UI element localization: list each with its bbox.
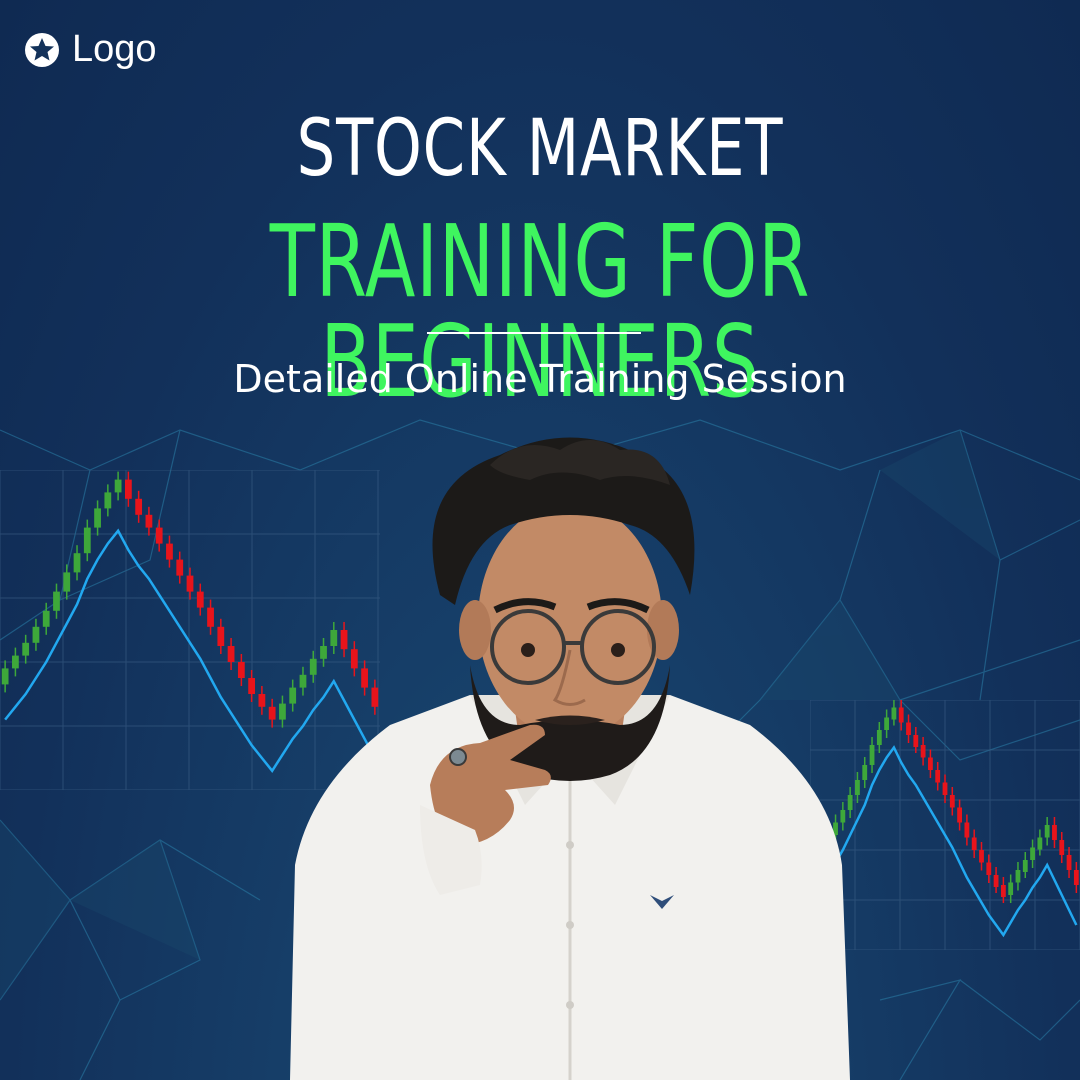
candle <box>869 745 875 765</box>
candle <box>964 822 970 838</box>
candle <box>920 745 926 758</box>
candle <box>1059 840 1065 855</box>
candle <box>207 607 214 627</box>
candle <box>73 553 81 573</box>
candle <box>898 707 904 723</box>
poster: Logo STOCK MARKET TRAINING FOR BEGINNERS… <box>0 0 1080 1080</box>
candle <box>145 514 153 528</box>
candle <box>935 770 941 783</box>
candle <box>217 626 225 646</box>
candle <box>913 735 919 747</box>
candle <box>83 527 91 554</box>
candle <box>927 757 933 770</box>
brand-logo[interactable]: Logo <box>24 28 157 71</box>
candle <box>248 678 256 694</box>
candle <box>258 694 266 707</box>
candle <box>949 795 955 808</box>
candle <box>186 575 194 592</box>
candle <box>155 527 163 544</box>
candle <box>1 668 9 685</box>
candle <box>1037 837 1043 850</box>
candle <box>971 837 977 850</box>
candle <box>22 642 30 656</box>
candle <box>1015 870 1021 883</box>
candle <box>94 508 101 528</box>
candle <box>135 498 143 515</box>
candle <box>104 492 112 509</box>
candle <box>124 479 132 499</box>
candle <box>1022 860 1028 872</box>
candle <box>176 559 184 576</box>
presenter-photo <box>290 437 850 1080</box>
candle <box>993 875 999 887</box>
candle <box>979 850 984 863</box>
candle <box>114 479 122 493</box>
subtitle: Detailed Online Training Session <box>233 357 847 401</box>
logo-text: Logo <box>72 28 157 70</box>
candle <box>1066 855 1072 870</box>
title-divider <box>427 332 641 334</box>
star-circle-icon <box>25 32 59 67</box>
candle <box>166 543 173 560</box>
candle <box>196 591 204 608</box>
candle <box>906 722 911 735</box>
candle <box>1008 882 1014 895</box>
candle <box>986 862 992 875</box>
candle <box>227 646 235 662</box>
candle <box>42 610 50 627</box>
candle <box>1030 847 1035 860</box>
candle <box>884 717 890 730</box>
candle <box>957 807 963 823</box>
candle <box>1000 885 1006 897</box>
candle <box>12 655 19 669</box>
candle <box>876 730 882 745</box>
candle <box>63 572 71 592</box>
candle <box>1044 825 1050 838</box>
candle <box>942 782 948 795</box>
candle <box>32 626 40 643</box>
candle <box>1073 870 1079 885</box>
candle <box>891 707 897 720</box>
candle <box>237 662 245 678</box>
headline-line-1: STOCK MARKET <box>296 104 784 194</box>
candle <box>53 591 60 611</box>
candle <box>1052 825 1057 840</box>
